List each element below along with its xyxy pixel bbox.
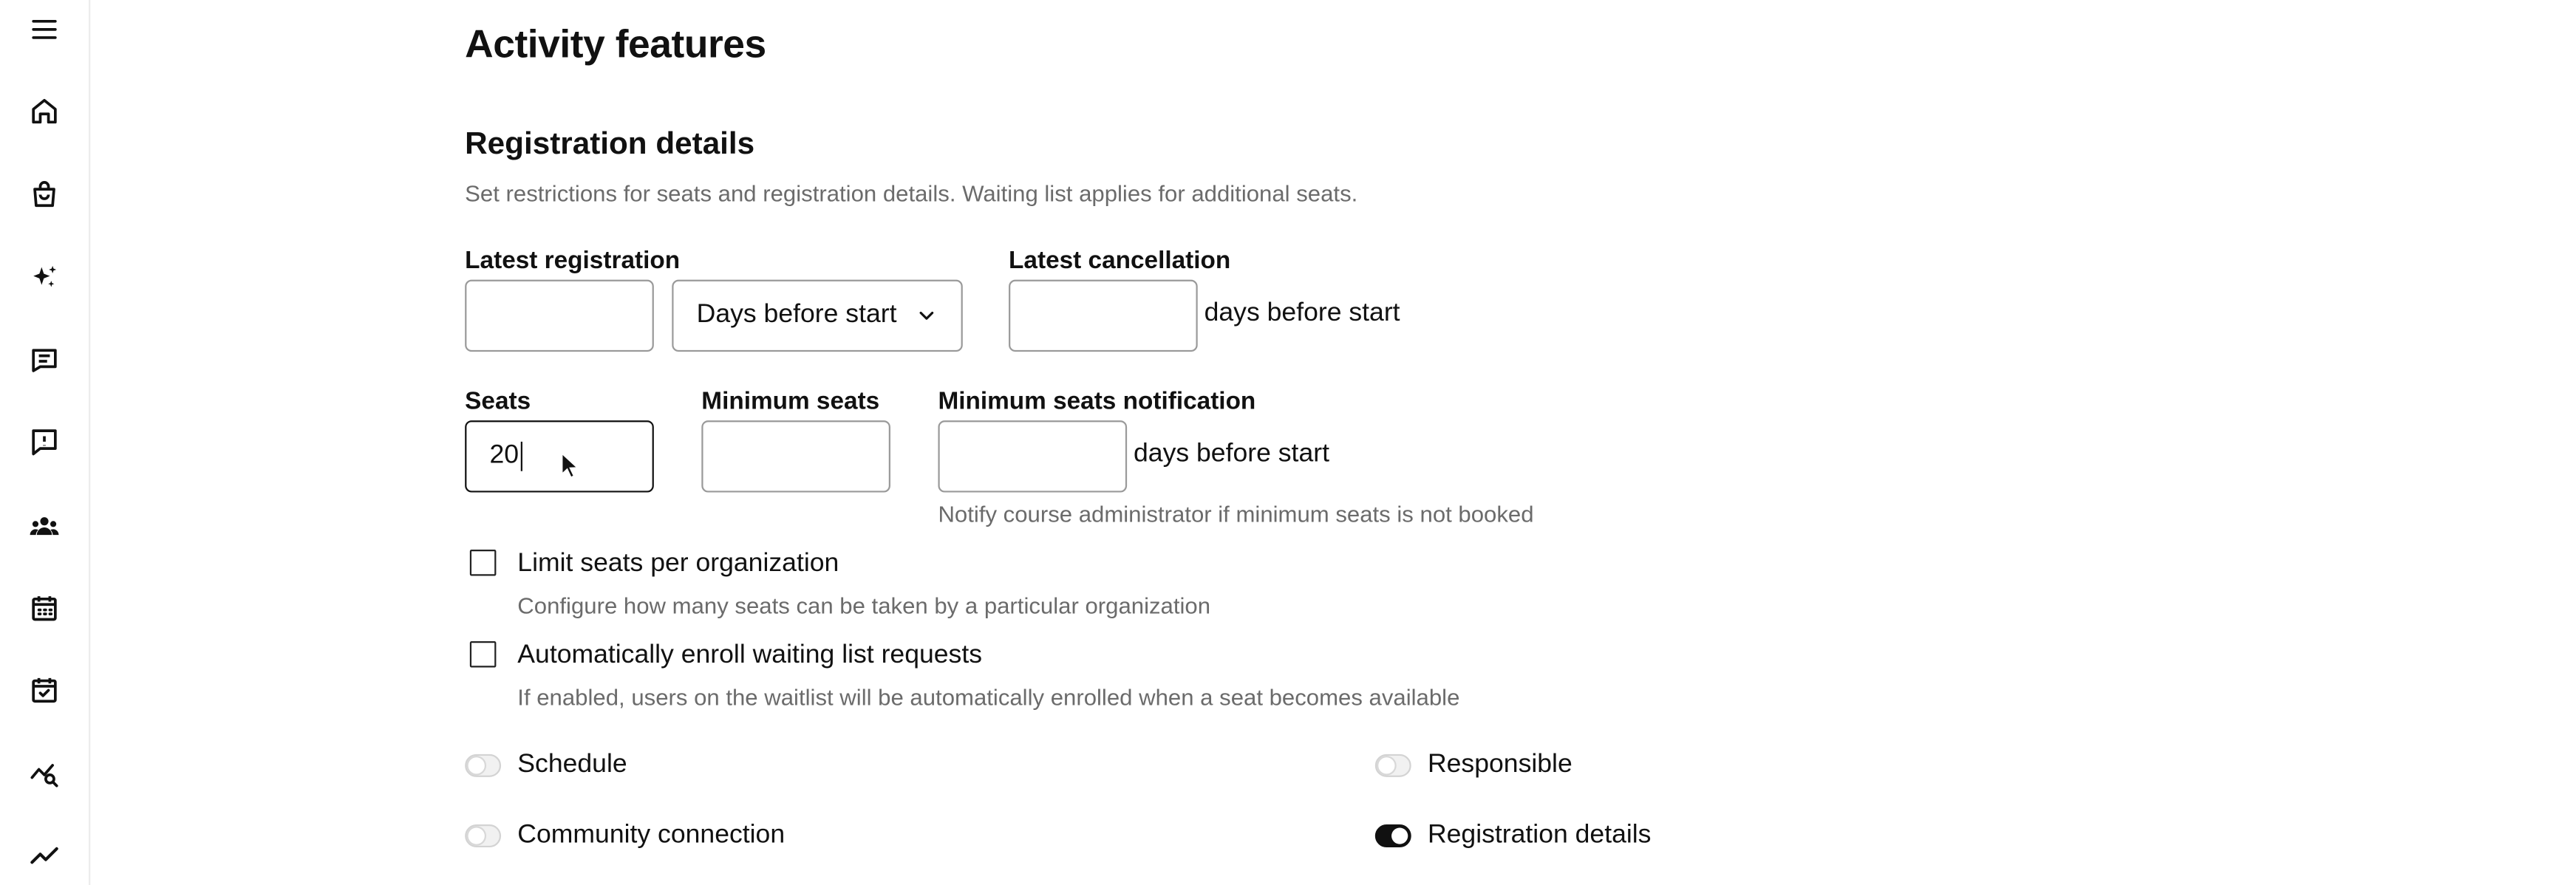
mouse-pointer-icon [561,451,580,479]
toggle-knob [468,827,485,844]
chart-search-icon [30,764,58,787]
sidebar [0,0,91,885]
sidebar-item-messages[interactable] [18,334,70,386]
message-alert-icon [32,429,57,456]
section-title: Registration details [465,127,755,163]
sidebar-item-alerts[interactable] [18,415,70,468]
sidebar-item-users[interactable] [18,501,70,553]
responsible-toggle-label[interactable]: Responsible [1428,751,1572,780]
limit-seats-hint: Configure how many seats can be taken by… [517,592,1211,619]
menu-button[interactable] [18,3,70,55]
calendar-icon [32,596,57,621]
sidebar-item-ai[interactable] [18,252,70,304]
minimum-seats-notification-label: Minimum seats notification [938,387,1256,416]
home-icon [32,98,57,124]
sidebar-item-schedule[interactable] [18,664,70,717]
auto-enroll-checkbox[interactable] [469,641,497,668]
toggle-knob [1391,827,1408,844]
community-connection-toggle-label[interactable]: Community connection [517,821,785,851]
schedule-toggle-label[interactable]: Schedule [517,751,627,780]
calendar-check-icon [32,677,57,703]
shopping-bag-icon [33,181,55,208]
seats-value: 20 [489,441,519,470]
seats-label: Seats [465,387,531,416]
sidebar-item-analytics[interactable] [18,746,70,799]
toggle-knob [1378,757,1395,774]
schedule-toggle[interactable] [465,754,502,777]
limit-seats-checkbox[interactable] [469,550,497,576]
latest-cancellation-label: Latest cancellation [1009,247,1231,276]
users-icon [30,517,59,536]
trend-line-icon [30,847,58,864]
minimum-seats-notification-input[interactable] [938,420,1128,493]
minimum-seats-input[interactable] [701,420,890,493]
sidebar-item-calendar[interactable] [18,582,70,635]
minimum-seats-notification-hint: Notify course administrator if minimum s… [938,500,1534,527]
limit-seats-label[interactable]: Limit seats per organization [517,550,839,579]
sidebar-item-trends[interactable] [18,830,70,882]
section-description: Set restrictions for seats and registrat… [465,180,1358,207]
minimum-seats-notification-suffix: days before start [1134,440,1329,468]
registration-details-toggle[interactable] [1374,824,1411,848]
menu-icon [32,19,57,39]
minimum-seats-label: Minimum seats [701,387,880,416]
auto-enroll-hint: If enabled, users on the waitlist will b… [517,683,1460,711]
text-caret [520,441,522,471]
auto-enroll-label[interactable]: Automatically enroll waiting list reques… [517,641,982,671]
latest-registration-label: Latest registration [465,247,681,276]
page-title: Activity features [465,23,766,67]
chevron-down-icon [919,311,934,320]
latest-registration-unit-select[interactable]: Days before start [672,279,963,352]
registration-details-toggle-label[interactable]: Registration details [1428,821,1652,851]
latest-cancellation-input[interactable] [1009,279,1198,352]
toggle-knob [468,757,485,774]
sidebar-item-home[interactable] [18,85,70,137]
community-connection-toggle[interactable] [465,824,502,848]
main-content: Activity features Registration details S… [465,0,2436,885]
latest-cancellation-suffix: days before start [1204,299,1400,327]
sparkles-icon [33,265,57,287]
message-list-icon [32,349,57,372]
select-value: Days before start [696,301,897,329]
seats-input[interactable]: 20 [465,420,654,493]
sidebar-item-shop[interactable] [18,168,70,221]
responsible-toggle[interactable] [1374,754,1411,777]
latest-registration-input[interactable] [465,279,654,352]
